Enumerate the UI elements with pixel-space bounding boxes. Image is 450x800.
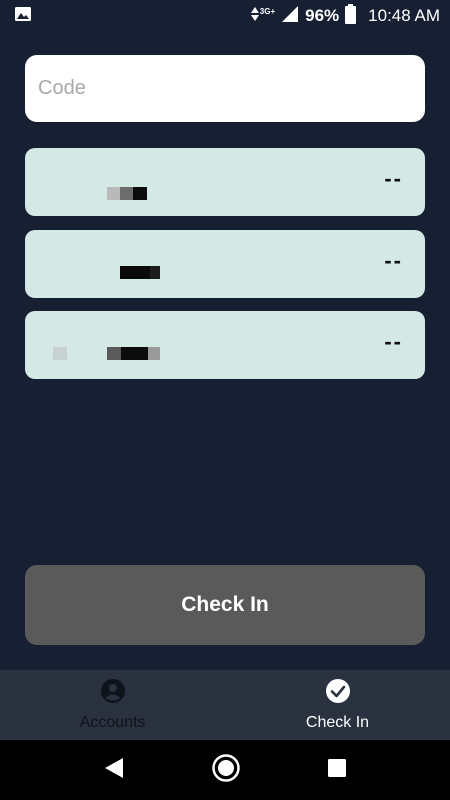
bottom-nav: Accounts Check In	[0, 670, 450, 740]
redacted-name	[107, 347, 160, 360]
status-bar: 3G+ 96% 10:48 AM	[0, 0, 450, 32]
back-icon[interactable]	[103, 756, 125, 785]
signal-icon	[281, 5, 299, 28]
account-circle-icon	[100, 678, 126, 709]
check-circle-icon	[325, 678, 351, 709]
account-card[interactable]: --	[25, 311, 425, 379]
account-code: --	[384, 248, 403, 273]
battery-percent: 96%	[305, 6, 340, 25]
tab-check-in[interactable]: Check In	[225, 670, 450, 740]
tab-accounts[interactable]: Accounts	[0, 670, 225, 740]
battery-icon	[345, 3, 357, 29]
recents-icon[interactable]	[327, 758, 347, 783]
check-in-button[interactable]: Check In	[25, 565, 425, 645]
tab-check-in-label: Check In	[305, 714, 370, 731]
redacted-name	[120, 266, 160, 279]
redacted-name	[107, 187, 147, 200]
system-nav-bar	[0, 740, 450, 800]
account-card[interactable]: --	[25, 148, 425, 216]
account-card[interactable]: --	[25, 230, 425, 298]
data-arrows-icon	[250, 5, 260, 28]
redacted-avatar	[53, 347, 67, 360]
code-input[interactable]	[25, 55, 425, 122]
clock: 10:48 AM	[368, 6, 440, 25]
tab-accounts-label: Accounts	[79, 714, 146, 731]
status-icons: 3G+ 96% 10:48 AM	[250, 3, 440, 29]
account-code: --	[384, 166, 403, 191]
network-type: 3G+	[259, 6, 276, 16]
image-notification-icon	[14, 5, 32, 28]
home-icon[interactable]	[211, 753, 241, 788]
account-code: --	[384, 329, 403, 354]
